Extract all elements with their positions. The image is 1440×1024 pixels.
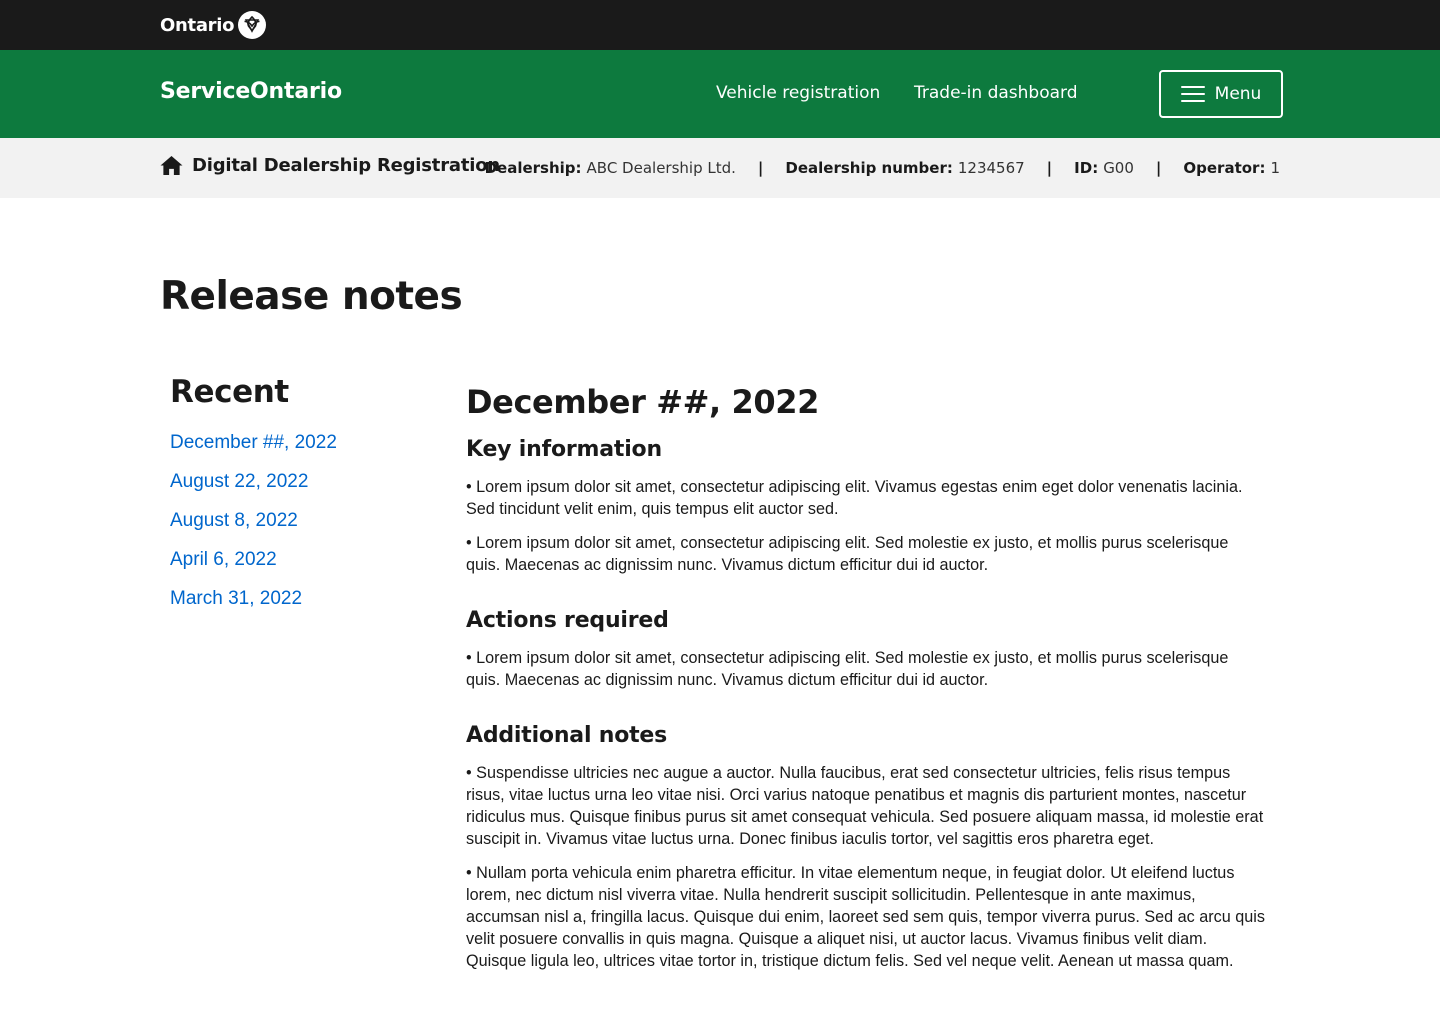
list-item: August 8, 2022	[170, 510, 430, 532]
id-value: G00	[1103, 159, 1134, 177]
ontario-logo[interactable]: Ontario	[160, 11, 267, 39]
key-information-section: Key information • Lorem ipsum dolor sit …	[466, 437, 1266, 576]
brand-title[interactable]: ServiceOntario	[160, 79, 342, 104]
meta-separator: |	[1046, 159, 1053, 177]
recent-link[interactable]: December ##, 2022	[170, 432, 337, 453]
recent-sidebar: Recent December ##, 2022 August 22, 2022…	[170, 374, 430, 627]
operator-label: Operator:	[1183, 159, 1266, 177]
recent-link[interactable]: August 22, 2022	[170, 471, 308, 492]
additional-notes-section: Additional notes • Suspendisse ultricies…	[466, 723, 1266, 972]
list-item: August 22, 2022	[170, 471, 430, 493]
trillium-icon	[238, 11, 267, 39]
nav-trade-in-dashboard[interactable]: Trade-in dashboard	[914, 83, 1078, 103]
ontario-logo-text: Ontario	[160, 14, 235, 36]
note-paragraph: • Nullam porta vehicula enim pharetra ef…	[466, 864, 1265, 970]
note-paragraph: • Suspendisse ultricies nec augue a auct…	[466, 764, 1264, 848]
dealership-number-value: 1234567	[957, 159, 1025, 177]
menu-button[interactable]: Menu	[1159, 70, 1283, 118]
ontario-topbar: Ontario	[0, 0, 1440, 50]
list-item: April 6, 2022	[170, 549, 430, 571]
actions-required-section: Actions required • Lorem ipsum dolor sit…	[466, 608, 1266, 691]
dealership-value: ABC Dealership Ltd.	[586, 159, 736, 177]
list-item: December ##, 2022	[170, 432, 430, 454]
release-content: December ##, 2022 Key information • Lore…	[466, 383, 1266, 1004]
menu-button-label: Menu	[1214, 84, 1262, 104]
page-title: Release notes	[160, 274, 463, 319]
meta-separator: |	[757, 159, 764, 177]
section-heading: Actions required	[466, 608, 669, 633]
home-link[interactable]: Digital Dealership Registration	[160, 155, 500, 176]
recent-link[interactable]: August 8, 2022	[170, 510, 298, 531]
home-icon	[160, 155, 183, 176]
meta-separator: |	[1155, 159, 1162, 177]
context-bar: Digital Dealership Registration Dealersh…	[0, 138, 1440, 198]
recent-link[interactable]: April 6, 2022	[170, 549, 277, 570]
dealership-number-label: Dealership number:	[785, 159, 953, 177]
nav-vehicle-registration[interactable]: Vehicle registration	[716, 83, 880, 103]
dealership-label: Dealership:	[484, 159, 582, 177]
hamburger-icon	[1180, 86, 1205, 102]
list-item: March 31, 2022	[170, 588, 430, 610]
note-paragraph: • Lorem ipsum dolor sit amet, consectetu…	[466, 478, 1243, 518]
sidebar-heading: Recent	[170, 374, 289, 410]
dealer-meta: Dealership: ABC Dealership Ltd. | Dealer…	[485, 159, 1280, 177]
app-title: Digital Dealership Registration	[192, 155, 500, 176]
note-paragraph: • Lorem ipsum dolor sit amet, consectetu…	[466, 534, 1229, 574]
section-heading: Additional notes	[466, 723, 668, 748]
recent-list: December ##, 2022 August 22, 2022 August…	[170, 432, 430, 610]
id-label: ID:	[1074, 159, 1099, 177]
recent-link[interactable]: March 31, 2022	[170, 588, 302, 609]
service-header: ServiceOntario Vehicle registration Trad…	[0, 50, 1440, 138]
operator-value: 1	[1270, 159, 1280, 177]
note-paragraph: • Lorem ipsum dolor sit amet, consectetu…	[466, 649, 1229, 689]
section-heading: Key information	[466, 437, 662, 462]
release-date-heading: December ##, 2022	[466, 383, 819, 421]
